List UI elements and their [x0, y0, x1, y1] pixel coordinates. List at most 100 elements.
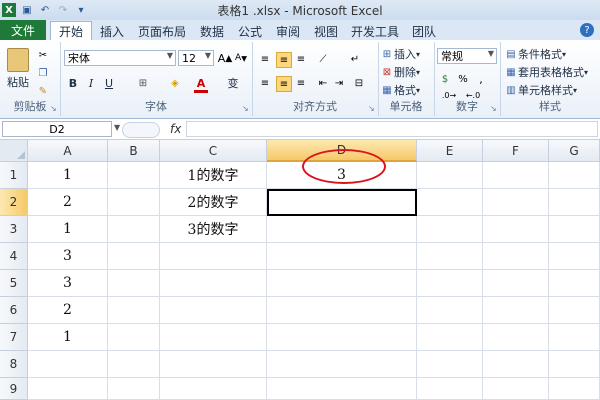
cell-a5[interactable]: 3 [28, 270, 108, 297]
cell-a2[interactable]: 2 [28, 189, 108, 216]
cell-c1[interactable]: 1的数字 [160, 162, 267, 189]
font-launcher-icon[interactable]: ↘ [242, 105, 250, 113]
insert-cells-button[interactable]: ⊞ 插入 ▾ [380, 46, 432, 62]
cell-f4[interactable] [483, 243, 549, 270]
cell-f6[interactable] [483, 297, 549, 324]
tab-team[interactable]: 团队 [406, 22, 442, 40]
cell-c8[interactable] [160, 351, 267, 378]
cell-d7[interactable] [267, 324, 417, 351]
cell-g4[interactable] [549, 243, 600, 270]
cell-d2[interactable] [267, 189, 417, 216]
cell-d5[interactable] [267, 270, 417, 297]
align-left-icon[interactable]: ≡ [258, 76, 272, 90]
cell-e6[interactable] [417, 297, 483, 324]
cell-b7[interactable] [108, 324, 160, 351]
cell-b4[interactable] [108, 243, 160, 270]
cell-e7[interactable] [417, 324, 483, 351]
cell-g8[interactable] [549, 351, 600, 378]
percent-style-icon[interactable]: % [456, 72, 470, 86]
cell-d6[interactable] [267, 297, 417, 324]
cell-f9[interactable] [483, 378, 549, 400]
bold-button[interactable]: B [66, 76, 80, 90]
cell-c4[interactable] [160, 243, 267, 270]
cell-b3[interactable] [108, 216, 160, 243]
help-icon[interactable]: ? [580, 23, 594, 37]
cell-f3[interactable] [483, 216, 549, 243]
shrink-font-icon[interactable]: A ▼ [234, 51, 248, 65]
cell-f5[interactable] [483, 270, 549, 297]
column-header-e[interactable]: E [417, 140, 483, 162]
merge-center-icon[interactable]: ⊟ [352, 76, 366, 90]
cell-a9[interactable] [28, 378, 108, 400]
format-cells-button[interactable]: ▦ 格式 ▾ [380, 82, 432, 98]
formula-bar-splitter-icon[interactable] [122, 122, 160, 138]
column-header-f[interactable]: F [483, 140, 549, 162]
cell-d4[interactable] [267, 243, 417, 270]
cell-c7[interactable] [160, 324, 267, 351]
formula-input[interactable] [186, 121, 598, 137]
align-top-icon[interactable]: ≡ [258, 52, 272, 66]
number-format-box[interactable]: 常规 ▼ [437, 48, 497, 64]
tab-insert[interactable]: 插入 [94, 22, 130, 40]
cell-g5[interactable] [549, 270, 600, 297]
cell-c3[interactable]: 3的数字 [160, 216, 267, 243]
row-header-2[interactable]: 2 [0, 189, 28, 216]
font-size-box[interactable]: 12 ▼ [178, 50, 214, 66]
cell-a8[interactable] [28, 351, 108, 378]
number-launcher-icon[interactable]: ↘ [490, 105, 498, 113]
phonetic-button[interactable]: 变 [224, 76, 242, 90]
tab-page-layout[interactable]: 页面布局 [132, 22, 192, 40]
align-bottom-icon[interactable]: ≡ [294, 52, 308, 66]
row-header-8[interactable]: 8 [0, 351, 28, 378]
borders-icon[interactable]: ⊞ [136, 76, 150, 90]
cell-a6[interactable]: 2 [28, 297, 108, 324]
conditional-formatting-button[interactable]: ▤ 条件格式 ▾ [504, 46, 600, 62]
tab-file[interactable]: 文件 [0, 20, 46, 40]
cell-g3[interactable] [549, 216, 600, 243]
paste-button[interactable]: 粘贴 [4, 46, 32, 92]
column-header-c[interactable]: C [160, 140, 267, 162]
select-all-button[interactable] [0, 140, 28, 162]
cell-e9[interactable] [417, 378, 483, 400]
cell-d9[interactable] [267, 378, 417, 400]
cell-e4[interactable] [417, 243, 483, 270]
cell-e2[interactable] [417, 189, 483, 216]
row-header-3[interactable]: 3 [0, 216, 28, 243]
cell-b2[interactable] [108, 189, 160, 216]
font-name-box[interactable]: 宋体 ▼ [64, 50, 176, 66]
format-painter-icon[interactable]: ✎ [36, 84, 50, 98]
underline-button[interactable]: U [102, 76, 116, 90]
cell-c5[interactable] [160, 270, 267, 297]
cell-a4[interactable]: 3 [28, 243, 108, 270]
align-middle-icon[interactable]: ≡ [276, 52, 292, 68]
tab-developer[interactable]: 开发工具 [346, 22, 404, 40]
cell-b8[interactable] [108, 351, 160, 378]
row-header-4[interactable]: 4 [0, 243, 28, 270]
cell-e1[interactable] [417, 162, 483, 189]
row-header-5[interactable]: 5 [0, 270, 28, 297]
copy-icon[interactable]: ❐ [36, 66, 50, 80]
cell-a1[interactable]: 1 [28, 162, 108, 189]
align-right-icon[interactable]: ≡ [294, 76, 308, 90]
decrease-indent-icon[interactable]: ⇤ [316, 76, 330, 90]
cell-g9[interactable] [549, 378, 600, 400]
cell-d8[interactable] [267, 351, 417, 378]
cell-c2[interactable]: 2的数字 [160, 189, 267, 216]
tab-review[interactable]: 审阅 [270, 22, 306, 40]
italic-button[interactable]: I [84, 76, 98, 90]
cell-f8[interactable] [483, 351, 549, 378]
increase-indent-icon[interactable]: ⇥ [332, 76, 346, 90]
cell-a3[interactable]: 1 [28, 216, 108, 243]
cell-a7[interactable]: 1 [28, 324, 108, 351]
tab-home[interactable]: 开始 [50, 21, 92, 41]
tab-data[interactable]: 数据 [194, 22, 230, 40]
fill-color-icon[interactable]: ◈ [168, 76, 182, 90]
cell-b1[interactable] [108, 162, 160, 189]
grow-font-icon[interactable]: A ▲ [218, 51, 233, 65]
cell-e5[interactable] [417, 270, 483, 297]
row-header-9[interactable]: 9 [0, 378, 28, 400]
name-box-dropdown-icon[interactable]: ▼ [114, 123, 120, 132]
column-header-b[interactable]: B [108, 140, 160, 162]
row-header-7[interactable]: 7 [0, 324, 28, 351]
cell-b9[interactable] [108, 378, 160, 400]
